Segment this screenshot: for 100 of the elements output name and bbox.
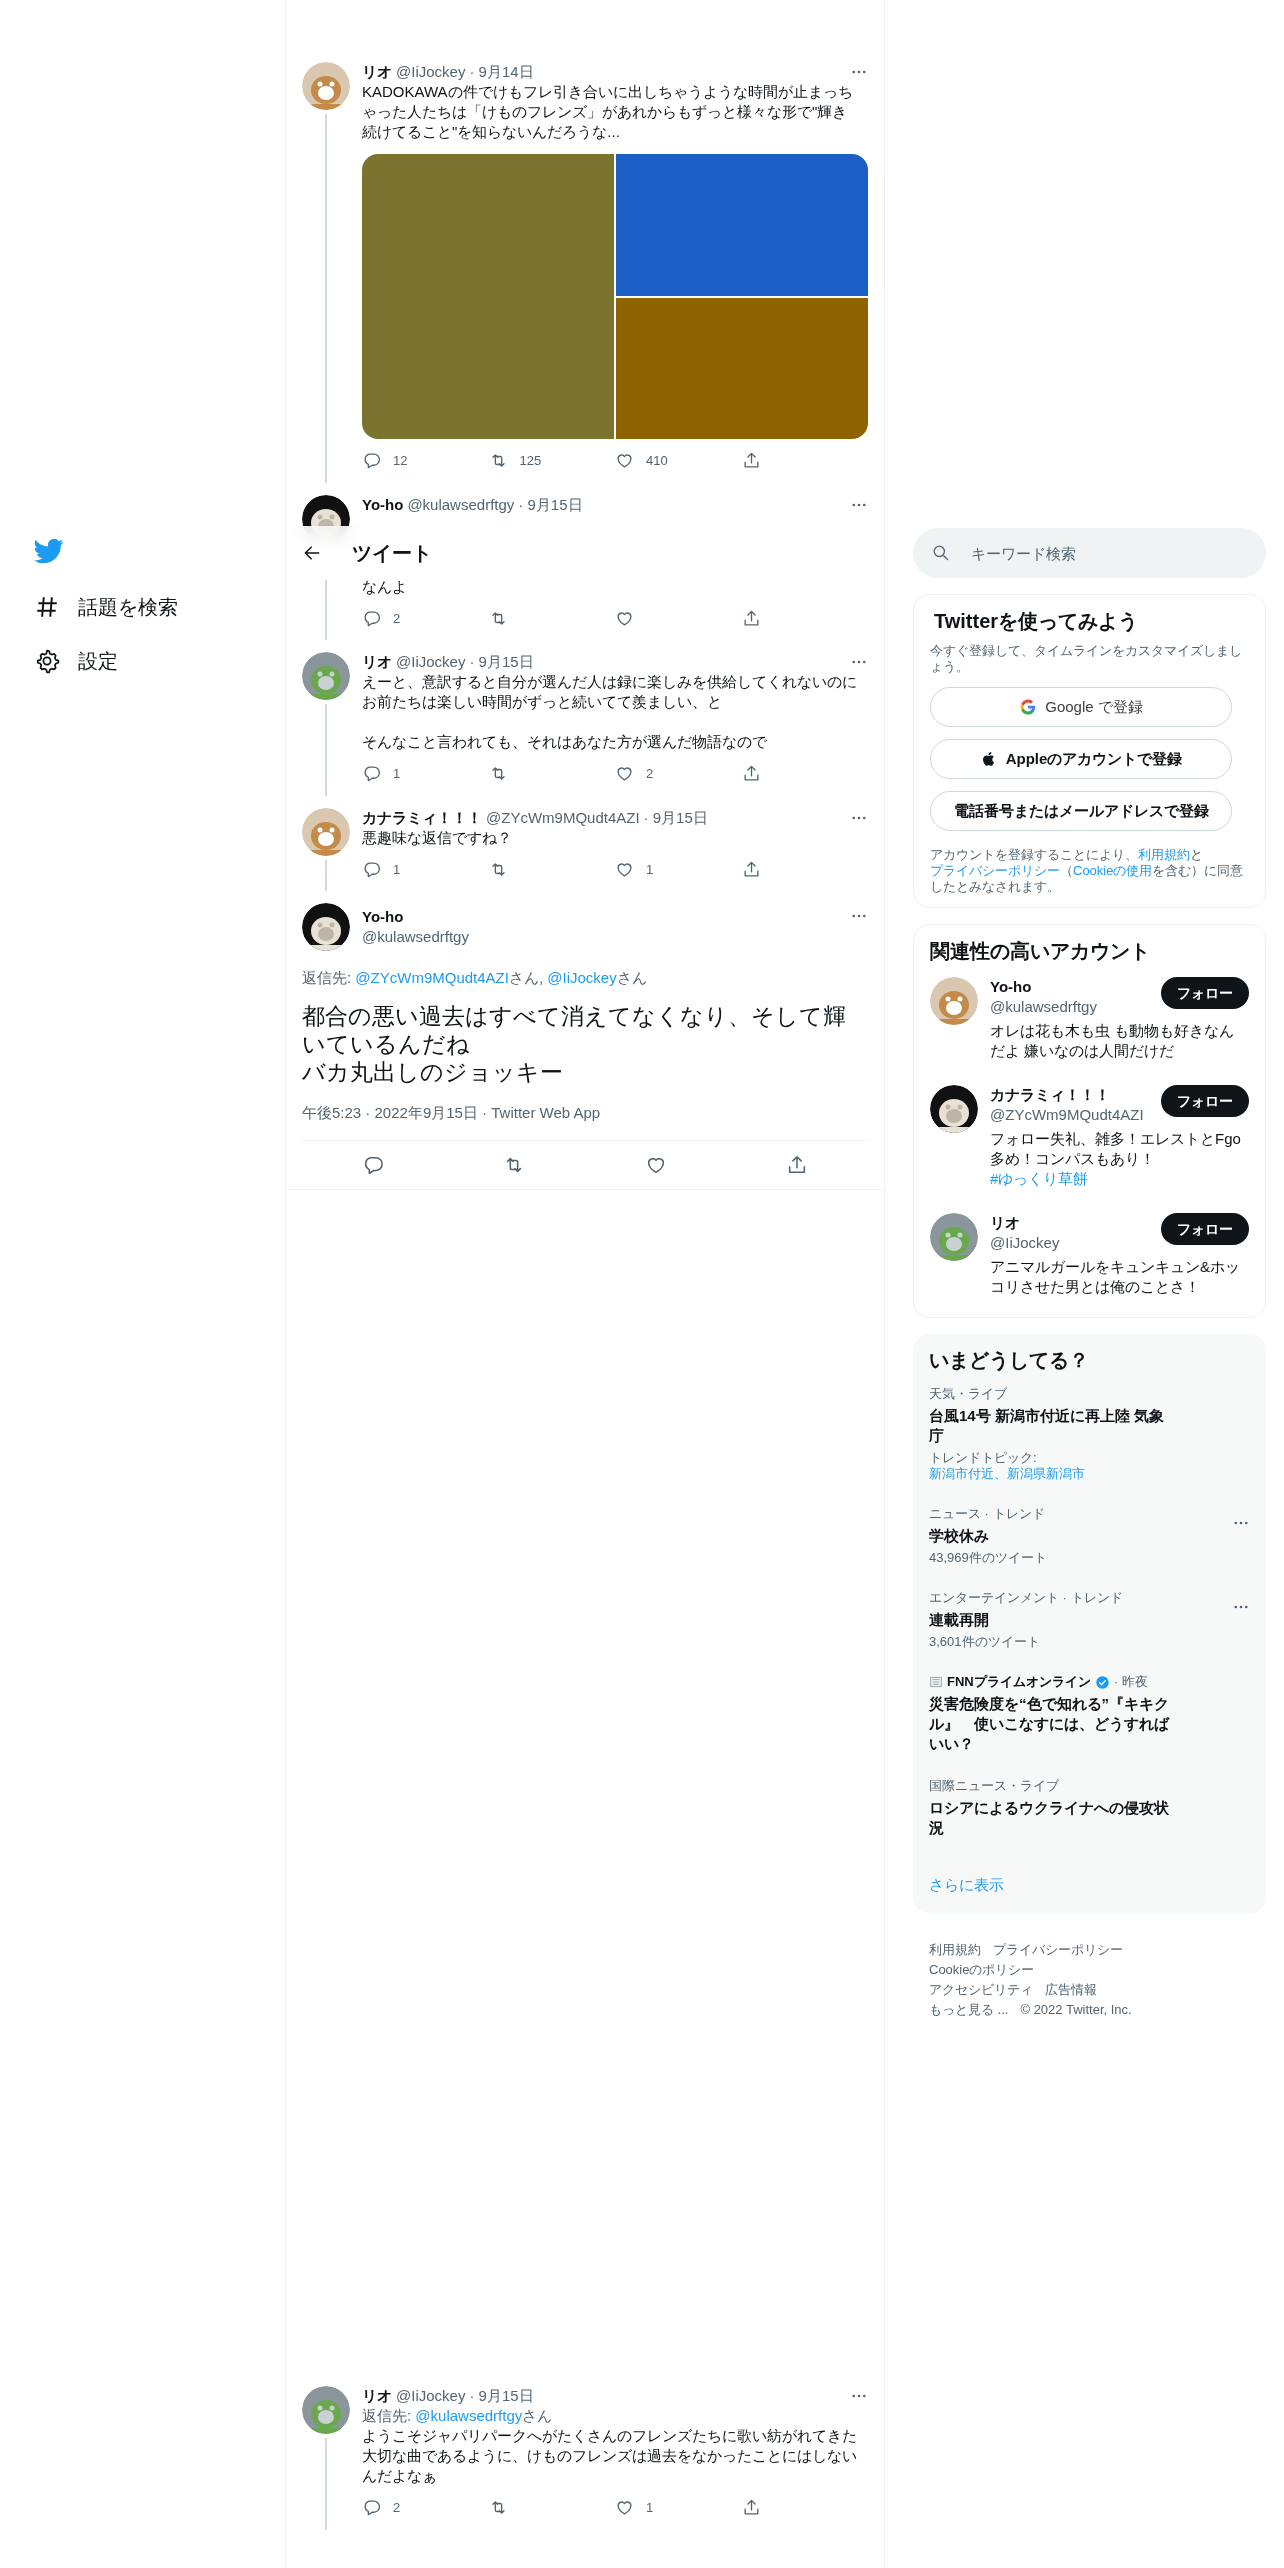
tweet-text: なんよ: [362, 576, 408, 597]
account-name: カナラミィ！！！: [990, 1085, 1111, 1105]
account-name: リオ: [990, 1213, 1021, 1233]
tweet-text: えーと、意訳すると自分が選んだ人は録に楽しみを供給してくれないのにお前たちは楽しい時間がずっと続いてて羨ましい、と: [362, 672, 858, 712]
trend-detail: トレンドトピック: 新潟市付近、新潟県新潟市: [929, 1450, 1086, 1482]
settings-icon: [34, 648, 60, 674]
account-bio: フォロー失礼、雑多！エレストとFgo多め！コンパスもあり！ #ゆっくり草餅: [990, 1129, 1242, 1189]
trend-title: ロシアによるウクライナへの侵攻状況: [929, 1798, 1169, 1838]
trend-detail: 43,969件のツイート: [929, 1550, 1048, 1566]
tweet-date: · 9月15日: [469, 2386, 534, 2406]
trend-item[interactable]: 天気・ライブ 台風14号 新潟市付近に再上陸 気象庁 トレンドトピック: 新潟市付近、新潟県新潟市: [913, 1374, 1266, 1494]
news-source: FNNプライムオンライン: [947, 1674, 1091, 1690]
tweet-date: · 9月15日: [643, 807, 708, 828]
follow-button[interactable]: フォロー: [1161, 977, 1249, 1009]
count: 1: [393, 860, 401, 879]
footer-link[interactable]: 広告情報: [1045, 1980, 1097, 1999]
reply-icon[interactable]: [362, 764, 381, 784]
trend-category: ニュース · トレンド: [929, 1506, 1046, 1522]
tweet-date: · 9月15日: [518, 494, 583, 515]
follow-button[interactable]: フォロー: [1161, 1213, 1249, 1245]
count: 1: [646, 2499, 654, 2517]
trend-category: 天気・ライブ: [929, 1386, 1008, 1402]
author-handle: @kulawsedrftgy: [407, 494, 515, 515]
count: 410: [646, 452, 668, 470]
google-logo-icon: [1019, 698, 1038, 716]
card-title: Twitterを使ってみよう: [933, 609, 1140, 634]
reply-icon[interactable]: [362, 451, 381, 471]
footer-link[interactable]: もっと見る ...: [929, 2000, 1009, 2019]
account-bio: アニマルガールをキュンキュン&ホッコリさせた男とは俺のことさ！: [990, 1257, 1241, 1297]
author-name: Yo-ho: [362, 494, 404, 515]
account-name: Yo-ho: [990, 977, 1033, 997]
footer-link[interactable]: 利用規約: [929, 1940, 981, 1959]
author-handle: @ZYcWm9MQudt4AZI: [486, 807, 640, 828]
account-handle: @IiJockey: [990, 1233, 1061, 1253]
author-handle: @kulawsedrftgy: [362, 927, 469, 947]
nav-item[interactable]: 設定: [34, 648, 285, 674]
tweet-text: そんなこと言われても、それはあなた方が選んだ物語なので: [362, 732, 768, 752]
trend-title: 学校休み: [929, 1526, 990, 1546]
trend-item[interactable]: エンターテインメント · トレンド 連載再開 3,601件のツイート: [913, 1578, 1266, 1662]
trend-category: 国際ニュース・ライブ: [929, 1778, 1060, 1794]
share-icon[interactable]: [741, 2498, 761, 2518]
author-name: カナラミィ！！！: [362, 807, 482, 828]
footer-link[interactable]: プライバシーポリシー: [993, 1940, 1123, 1959]
trend-item[interactable]: 国際ニュース・ライブ ロシアによるウクライナへの侵攻状況: [913, 1766, 1266, 1850]
trend-item[interactable]: ニュース · トレンド 学校休み 43,969件のツイート: [913, 1494, 1266, 1578]
reply-icon[interactable]: [362, 859, 381, 879]
author-handle: @IiJockey: [396, 62, 466, 82]
bird-logo-icon[interactable]: [34, 536, 64, 566]
tweet-date: · 9月14日: [469, 62, 534, 82]
tweet-date: · 9月15日: [469, 652, 534, 672]
reply-to-text: 返信先: @kulawsedrftgyさん: [362, 2406, 554, 2426]
reply-icon[interactable]: [362, 2498, 381, 2518]
terms-text: アカウントを登録することにより、利用規約 と プライバシーポリシー（Cookieの使用を含む）に同意したとみなされます。: [930, 847, 1245, 895]
author-name: リオ: [362, 2386, 392, 2406]
account-handle: @ZYcWm9MQudt4AZI: [990, 1105, 1145, 1125]
count: 1: [646, 860, 654, 879]
share-icon[interactable]: [741, 608, 761, 628]
footer-link[interactable]: Cookieのポリシー: [929, 1960, 1035, 1979]
news-source-icon: [929, 1675, 943, 1689]
count: 125: [519, 452, 542, 470]
news-time: · 昨夜: [1113, 1674, 1148, 1690]
author-handle: @IiJockey: [396, 2386, 466, 2406]
share-icon[interactable]: [741, 764, 761, 784]
card-title: 関連性の高いアカウント: [929, 939, 1151, 964]
trend-detail: 3,601件のツイート: [929, 1634, 1041, 1650]
account-bio: オレは花も木も虫 も動物も好きなんだよ 嫌いなのは人間だけだ: [990, 1021, 1236, 1061]
count: 2: [646, 765, 654, 783]
count: 1: [393, 765, 401, 783]
account-handle: @kulawsedrftgy: [990, 997, 1098, 1017]
author-name: リオ: [362, 62, 392, 82]
follow-button[interactable]: フォロー: [1161, 1085, 1249, 1117]
tweet-meta: 午後5:23 · 2022年9月15日 · Twitter Web App: [302, 1101, 868, 1141]
reply-to-text: 返信先: @ZYcWm9MQudt4AZIさん, @IiJockeyさん: [302, 968, 648, 988]
count: 12: [393, 452, 408, 470]
tweet-text: 悪趣味な返信ですね？: [362, 827, 513, 848]
share-icon[interactable]: [741, 451, 761, 471]
trend-title: 連載再開: [929, 1610, 990, 1630]
reply-icon[interactable]: [362, 608, 381, 628]
card-title: いまどうしてる？: [928, 1348, 1090, 1373]
card-subtitle: 今すぐ登録して、タイムラインをカスタマイズしましょう。: [930, 643, 1243, 675]
tweet-text: KADOKAWAの件でけもフレ引き合いに出しちゃうような時間が止まっちゃった人たちは「けものフレンズ」があれからもずっと様々な形で"輝き続けてること"を知らないんだろうな...: [362, 82, 854, 142]
tweet-text: 都合の悪い過去はすべて消えてなくなり、そして輝いているんだね: [302, 1001, 847, 1058]
author-handle: @IiJockey: [396, 652, 466, 672]
footer-link[interactable]: アクセシビリティ: [929, 1980, 1033, 1999]
count: 2: [393, 2499, 401, 2517]
nav-item[interactable]: 話題を検索: [34, 594, 285, 620]
hashtag-icon: [34, 594, 60, 620]
author-name: リオ: [362, 652, 392, 672]
search-icon: [931, 543, 950, 562]
author-name: Yo-ho: [362, 907, 405, 927]
share-icon[interactable]: [741, 859, 761, 879]
page-title: ツイート: [352, 541, 432, 566]
news-title: 災害危険度を“色で知れる”『キキクル』 使いこなすには、どうすればいい？: [929, 1694, 1169, 1754]
trend-title: 台風14号 新潟市付近に再上陸 気象庁: [929, 1406, 1166, 1446]
trend-item[interactable]: FNNプライムオンライン · 昨夜 災害危険度を“色で知れる”『キキクル』 使いこなすには、どうすればいい？: [913, 1662, 1266, 1766]
tweet-text: バカ丸出しのジョッキー: [302, 1057, 564, 1086]
search-field[interactable]: キーワード検索: [913, 528, 1266, 578]
trend-category: エンターテインメント · トレンド: [929, 1590, 1124, 1606]
count: 2: [393, 609, 401, 628]
copyright-text: © 2022 Twitter, Inc.: [1020, 2000, 1132, 2019]
